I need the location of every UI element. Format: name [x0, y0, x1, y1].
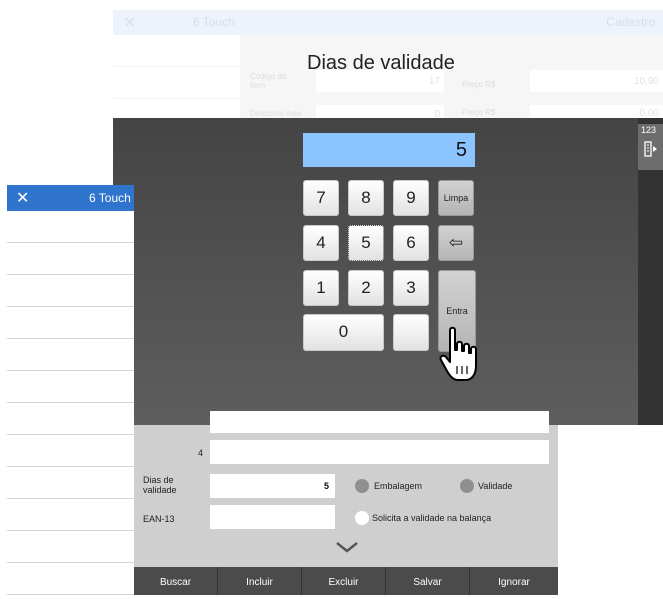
background-app-title: 6 Touch [193, 15, 235, 29]
left-window-title: 6 Touch [89, 191, 131, 205]
form-field-row4[interactable] [210, 440, 549, 464]
row-label-4: 4 [198, 448, 204, 458]
key-9[interactable]: 9 [393, 180, 429, 216]
chevron-down-icon[interactable] [335, 541, 359, 553]
dias-validade-label-line2: validade [143, 485, 177, 495]
buscar-button[interactable]: Buscar [134, 567, 218, 595]
background-label-codigo: Código do item [250, 72, 287, 90]
list-item[interactable] [7, 275, 134, 307]
keyboard-exit-icon[interactable] [644, 140, 658, 158]
list-item[interactable] [7, 371, 134, 403]
keypad-display-value: 5 [455, 139, 467, 161]
left-titlebar: ✕ 6 Touch [7, 185, 134, 211]
background-label-preco: Preço R$ [462, 80, 496, 89]
key-4[interactable]: 4 [303, 225, 339, 261]
key-0[interactable]: 0 [303, 314, 384, 351]
dias-validade-field[interactable]: 5 [210, 474, 335, 498]
background-field-preco: 10,90 [530, 70, 663, 92]
hand-pointer-icon [439, 326, 477, 381]
key-6[interactable]: 6 [393, 225, 429, 261]
radio-validade[interactable] [460, 479, 474, 493]
key-8[interactable]: 8 [348, 180, 384, 216]
radio-solicita-validade[interactable] [355, 511, 369, 525]
list-item[interactable] [7, 211, 134, 243]
radio-embalagem-label: Embalagem [374, 481, 423, 491]
background-label-desconto: Desconto máx [250, 109, 302, 118]
radio-embalagem[interactable] [355, 479, 369, 493]
list-item[interactable] [7, 563, 134, 595]
clear-button[interactable]: Limpa [438, 180, 474, 216]
dias-validade-value: 5 [323, 481, 329, 491]
key-2[interactable]: 2 [348, 270, 384, 306]
ean13-field[interactable] [210, 505, 335, 529]
background-list-item [113, 67, 240, 99]
list-item[interactable] [7, 339, 134, 371]
action-toolbar: Buscar Incluir Excluir Salvar Ignorar [134, 567, 558, 595]
key-5[interactable]: 5 [348, 225, 384, 261]
list-item[interactable] [7, 435, 134, 467]
radio-validade-label: Validade [478, 481, 513, 491]
keyboard-mode-label: 123 [641, 125, 657, 135]
list-item[interactable] [7, 403, 134, 435]
background-form: Código do item 17 Preço R$ 10,90 Descont… [240, 35, 663, 120]
close-icon[interactable]: ✕ [16, 188, 29, 208]
ean13-label: EAN-13 [143, 514, 175, 524]
background-window-title: Cadastro [606, 15, 655, 29]
list-item[interactable] [7, 243, 134, 275]
radio-solicita-label: Solicita a validade na balança [372, 513, 492, 523]
key-3[interactable]: 3 [393, 270, 429, 306]
form-field-row3[interactable] [210, 411, 549, 433]
ignorar-button[interactable]: Ignorar [470, 567, 558, 595]
incluir-button[interactable]: Incluir [218, 567, 302, 595]
key-1[interactable]: 1 [303, 270, 339, 306]
close-icon: ✕ [123, 15, 137, 32]
list-item[interactable] [7, 499, 134, 531]
dialog-title: Dias de validade [307, 52, 455, 74]
background-label-preco-2: Preço R$ [462, 108, 496, 117]
salvar-button[interactable]: Salvar [386, 567, 470, 595]
keypad-display: 5 [303, 133, 475, 167]
list-item[interactable] [7, 531, 134, 563]
key-7[interactable]: 7 [303, 180, 339, 216]
list-item[interactable] [7, 467, 134, 499]
key-blank[interactable] [393, 314, 429, 351]
background-titlebar: ✕ 6 Touch Cadastro [113, 10, 663, 35]
excluir-button[interactable]: Excluir [302, 567, 386, 595]
left-list-window: ✕ 6 Touch [7, 185, 134, 595]
background-list-item [113, 35, 240, 67]
list-item[interactable] [7, 307, 134, 339]
dias-validade-label-line1: Dias de [143, 475, 174, 485]
backspace-button[interactable]: ⇦ [438, 225, 474, 261]
